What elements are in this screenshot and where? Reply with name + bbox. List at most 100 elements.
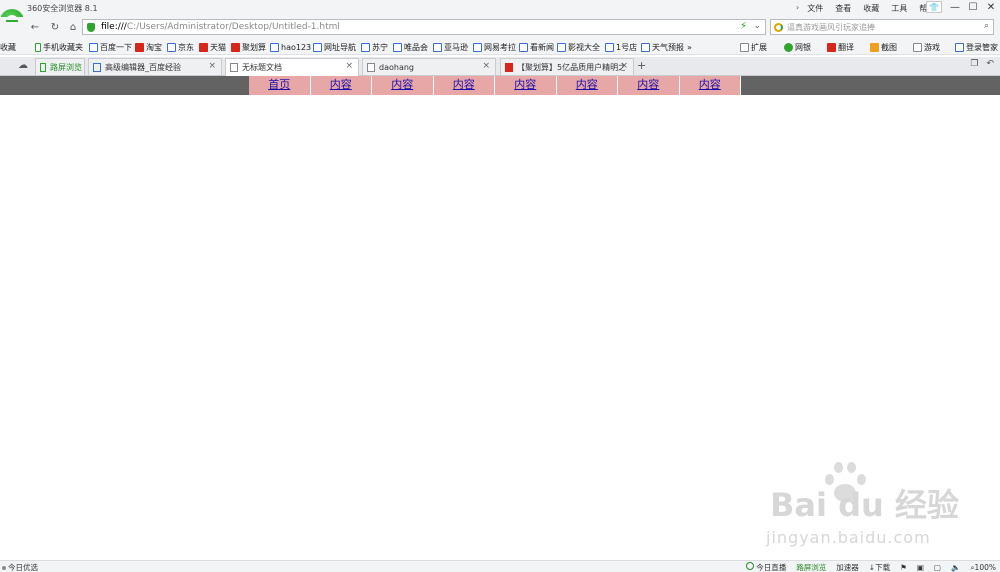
refresh-icon[interactable]: ↻ bbox=[48, 20, 62, 34]
window-icon[interactable]: ▢ bbox=[934, 563, 941, 572]
tab-split-screen[interactable]: 路屏浏览 bbox=[35, 58, 85, 75]
juhuasuan-icon bbox=[231, 42, 240, 52]
toolbar-extensions[interactable]: 扩展 bbox=[740, 41, 767, 53]
menu-item-view[interactable]: 查看 bbox=[829, 3, 857, 14]
url-path: C:/Users/Administrator/Desktop/Untitled-… bbox=[126, 22, 340, 32]
address-url[interactable]: file:///C:/Users/Administrator/Desktop/U… bbox=[101, 22, 340, 32]
today-picks[interactable]: 今日优选 bbox=[8, 562, 38, 572]
nav-link-content[interactable]: 内容 bbox=[372, 76, 434, 95]
bookmark-vipshop[interactable]: 唯品会 bbox=[393, 41, 428, 53]
new-tab-button[interactable]: + bbox=[637, 59, 646, 72]
tab-advanced-editor[interactable]: 高级编辑器_百度经验 × bbox=[88, 58, 222, 75]
bookmark-label: 苏宁 bbox=[372, 42, 388, 52]
image-icon[interactable]: ▣ bbox=[917, 563, 924, 572]
bookmark-label: 手机收藏夹 bbox=[43, 42, 83, 52]
login-icon bbox=[955, 42, 964, 52]
tab-close-icon[interactable]: × bbox=[208, 61, 216, 71]
paw-icon bbox=[605, 42, 614, 52]
home-icon[interactable]: ⌂ bbox=[66, 20, 80, 34]
bookmark-label: 1号店 bbox=[616, 42, 638, 52]
toolbar-label: 扩展 bbox=[751, 42, 767, 52]
app-title: 360安全浏览器 8.1 bbox=[27, 4, 98, 13]
accelerator[interactable]: 加速器 bbox=[836, 562, 859, 572]
status-bar: 今日优选 今日直播 路屏浏览 加速器 ↓下载 ⚑ ▣ ▢ 🔈 ⌕100% bbox=[0, 560, 1000, 572]
bookmark-hao123[interactable]: hao123 bbox=[270, 41, 311, 53]
search-placeholder: 逼真游戏画风引玩家追捧 bbox=[787, 23, 875, 32]
search-engine-icon[interactable] bbox=[774, 23, 783, 32]
nav-link-content[interactable]: 内容 bbox=[557, 76, 618, 95]
tab-close-icon[interactable]: × bbox=[482, 61, 490, 71]
paw-icon bbox=[557, 42, 566, 52]
address-bar[interactable]: file:///C:/Users/Administrator/Desktop/U… bbox=[82, 19, 766, 35]
tab-juhuasuan[interactable]: 【聚划算】5亿品质用户精明之选 × bbox=[500, 58, 634, 75]
menu-item-tools[interactable]: 工具 bbox=[885, 3, 913, 14]
tab-close-icon[interactable]: × bbox=[345, 61, 353, 71]
toolbar-screenshot[interactable]: 截图 bbox=[870, 41, 897, 53]
bookmark-juhuasuan[interactable]: 聚划算 bbox=[231, 41, 266, 53]
bookmark-taobao[interactable]: 淘宝 bbox=[135, 41, 162, 53]
toolbar-games[interactable]: 游戏 bbox=[913, 41, 940, 53]
watermark-text: Bai du 经验 bbox=[770, 486, 959, 524]
live-today[interactable]: 今日直播 bbox=[746, 562, 786, 572]
bookmark-yhd[interactable]: 1号店 bbox=[605, 41, 637, 53]
paw-icon bbox=[89, 42, 98, 52]
bookmark-suning[interactable]: 苏宁 bbox=[361, 41, 388, 53]
dot-icon bbox=[2, 565, 6, 570]
bookmark-amazon[interactable]: 亚马逊 bbox=[433, 41, 468, 53]
cloud-icon[interactable]: ☁ bbox=[16, 58, 30, 72]
bookmark-video[interactable]: 影视大全 bbox=[557, 41, 600, 53]
tab-close-icon[interactable]: × bbox=[620, 61, 628, 71]
nav-link-home[interactable]: 首页 bbox=[249, 76, 311, 95]
bookmark-url-nav[interactable]: 网址导航 bbox=[313, 41, 356, 53]
bookmarks-more-icon[interactable]: » bbox=[687, 41, 692, 53]
menu-item-file[interactable]: 文件 bbox=[801, 3, 829, 14]
bookmark-tmall[interactable]: 天猫 bbox=[199, 41, 226, 53]
paw-icon bbox=[361, 42, 370, 52]
search-box[interactable]: 逼真游戏画风引玩家追捧 ⌕ bbox=[770, 19, 994, 35]
paw-icon bbox=[393, 42, 402, 52]
bookmark-mobile-favorites[interactable]: 手机收藏夹 bbox=[35, 41, 83, 53]
undo-close-icon[interactable]: ↶ bbox=[986, 59, 994, 69]
bookmark-news[interactable]: 看新闻 bbox=[519, 41, 554, 53]
tmall-icon bbox=[199, 42, 208, 52]
flag-icon[interactable]: ⚑ bbox=[900, 563, 907, 572]
tab-strip: ☁ 路屏浏览 高级编辑器_百度经验 × 无标题文档 × daohang × 【聚… bbox=[0, 57, 1000, 76]
volume-icon[interactable]: 🔈 bbox=[951, 563, 960, 572]
tab-daohang[interactable]: daohang × bbox=[362, 58, 496, 75]
menu-chevron-icon[interactable]: › bbox=[790, 3, 801, 14]
bookmark-baidu[interactable]: 百度一下 bbox=[89, 41, 132, 53]
nav-link-content[interactable]: 内容 bbox=[495, 76, 557, 95]
bookmark-favorites[interactable]: 收藏 bbox=[0, 41, 16, 53]
nav-link-content[interactable]: 内容 bbox=[434, 76, 495, 95]
toolbar-translate[interactable]: 翻译 bbox=[827, 41, 854, 53]
close-button[interactable]: ✕ bbox=[982, 0, 1000, 14]
bookmark-weather[interactable]: 天气预报 bbox=[641, 41, 684, 53]
search-icon[interactable]: ⌕ bbox=[984, 21, 989, 31]
back-icon[interactable]: ← bbox=[28, 20, 42, 34]
nav-link-content[interactable]: 内容 bbox=[618, 76, 680, 95]
tab-label: 【聚划算】5亿品质用户精明之选 bbox=[517, 62, 625, 72]
tab-label: daohang bbox=[379, 62, 414, 72]
zoom-level[interactable]: ⌕100% bbox=[970, 563, 996, 572]
paw-icon bbox=[433, 42, 442, 52]
nav-link-content[interactable]: 内容 bbox=[311, 76, 372, 95]
split-screen-browse[interactable]: 路屏浏览 bbox=[796, 562, 826, 572]
paw-icon bbox=[473, 42, 482, 52]
toolbar-login-manager[interactable]: 登录管家 bbox=[955, 41, 998, 53]
tab-untitled-document[interactable]: 无标题文档 × bbox=[225, 58, 359, 76]
grid-icon bbox=[740, 42, 749, 52]
minimize-button[interactable]: — bbox=[946, 0, 964, 14]
nav-link-content[interactable]: 内容 bbox=[680, 76, 741, 95]
bookmark-jd[interactable]: 京东 bbox=[167, 41, 194, 53]
skin-icon[interactable]: 👕 bbox=[926, 1, 942, 13]
restore-tabs-icon[interactable]: ❐ bbox=[970, 59, 978, 69]
toolbar-label: 登录管家 bbox=[966, 42, 998, 52]
toolbar-banking[interactable]: 网银 bbox=[784, 41, 811, 53]
juhuasuan-icon bbox=[505, 62, 513, 72]
menu-item-favorites[interactable]: 收藏 bbox=[857, 3, 885, 14]
address-dropdown-icon[interactable]: ⌄ bbox=[753, 21, 761, 31]
speed-mode-icon[interactable]: ⚡ bbox=[740, 21, 747, 32]
downloads[interactable]: ↓下载 bbox=[869, 562, 890, 572]
maximize-button[interactable]: ☐ bbox=[964, 0, 982, 14]
bookmark-kaola[interactable]: 网易考拉 bbox=[473, 41, 516, 53]
